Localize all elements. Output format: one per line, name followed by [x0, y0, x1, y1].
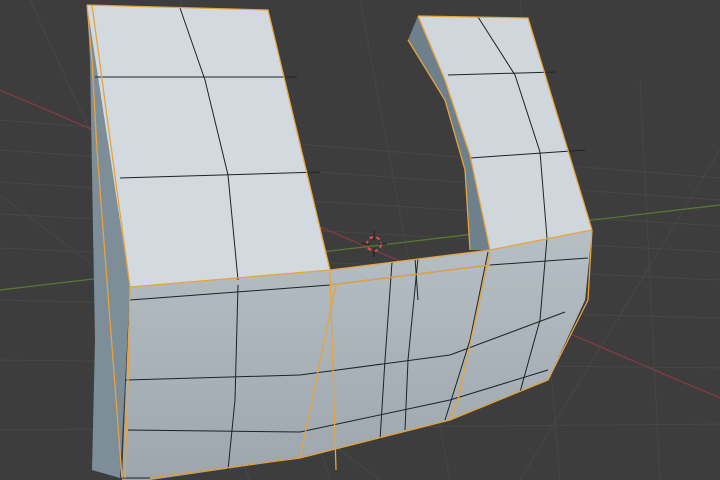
- viewport-canvas[interactable]: [0, 0, 720, 480]
- 3d-cursor[interactable]: [361, 231, 387, 257]
- right-column-top-face[interactable]: [418, 16, 592, 250]
- mesh-object[interactable]: [86, 4, 593, 480]
- 3d-viewport[interactable]: [0, 0, 720, 480]
